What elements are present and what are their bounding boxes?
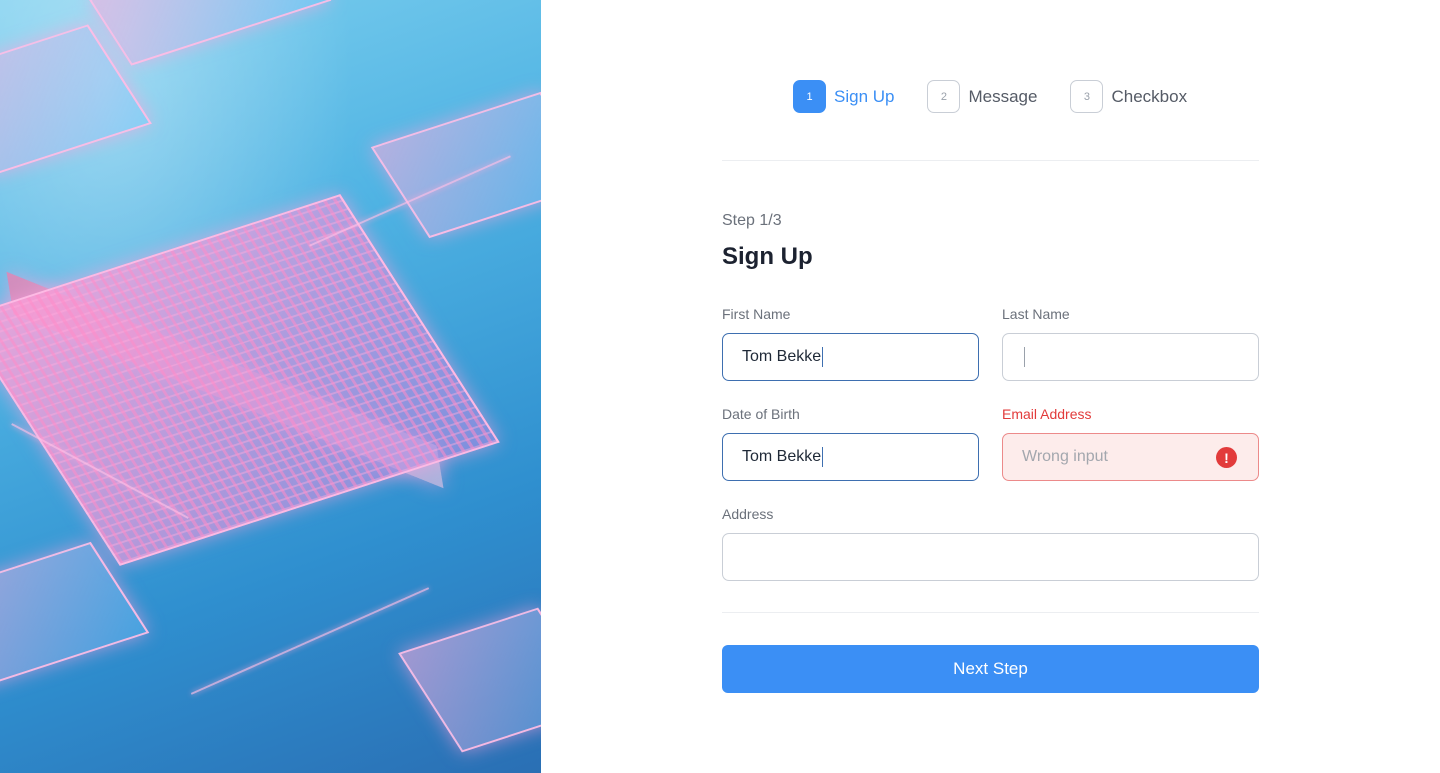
last-name-label: Last Name (1002, 306, 1070, 322)
step-number: 1 (793, 80, 826, 113)
date-of-birth-input[interactable]: Tom Bekke (722, 433, 979, 481)
address-label: Address (722, 506, 774, 522)
address-input[interactable] (722, 533, 1259, 581)
chip-shape (0, 541, 150, 689)
email-input[interactable]: Wrong input ! (1002, 433, 1259, 481)
stepper: 1 Sign Up 2 Message 3 Checkbox (793, 80, 1220, 113)
text-caret (822, 347, 824, 367)
exclamation-circle-icon: ! (1216, 447, 1237, 468)
step-checkbox[interactable]: 3 Checkbox (1070, 80, 1187, 113)
step-message[interactable]: 2 Message (927, 80, 1037, 113)
date-of-birth-label: Date of Birth (722, 406, 800, 422)
step-sign-up[interactable]: 1 Sign Up (793, 80, 894, 113)
chip-shape (370, 91, 541, 239)
chip-main-shape (0, 194, 500, 566)
chip-shape (88, 0, 332, 66)
hero-image (0, 0, 541, 773)
step-number: 3 (1070, 80, 1104, 113)
next-step-button[interactable]: Next Step (722, 645, 1259, 693)
divider (722, 612, 1259, 613)
email-value: Wrong input (1022, 448, 1108, 465)
form-title: Sign Up (722, 243, 813, 270)
divider (722, 160, 1259, 161)
step-label: Sign Up (834, 86, 895, 106)
first-name-label: First Name (722, 306, 791, 322)
text-caret (1024, 347, 1025, 367)
date-of-birth-value: Tom Bekke (742, 448, 822, 465)
text-caret (822, 447, 824, 467)
circuit-trace (190, 587, 430, 695)
step-label: Checkbox (1111, 86, 1188, 106)
step-number: 2 (927, 80, 961, 113)
step-label: Message (968, 86, 1038, 106)
last-name-input[interactable] (1002, 333, 1259, 381)
first-name-value: Tom Bekke (742, 348, 822, 365)
email-label: Email Address (1002, 406, 1092, 422)
step-caption: Step 1/3 (722, 212, 782, 229)
first-name-input[interactable]: Tom Bekke (722, 333, 979, 381)
chip-shape (398, 607, 541, 753)
